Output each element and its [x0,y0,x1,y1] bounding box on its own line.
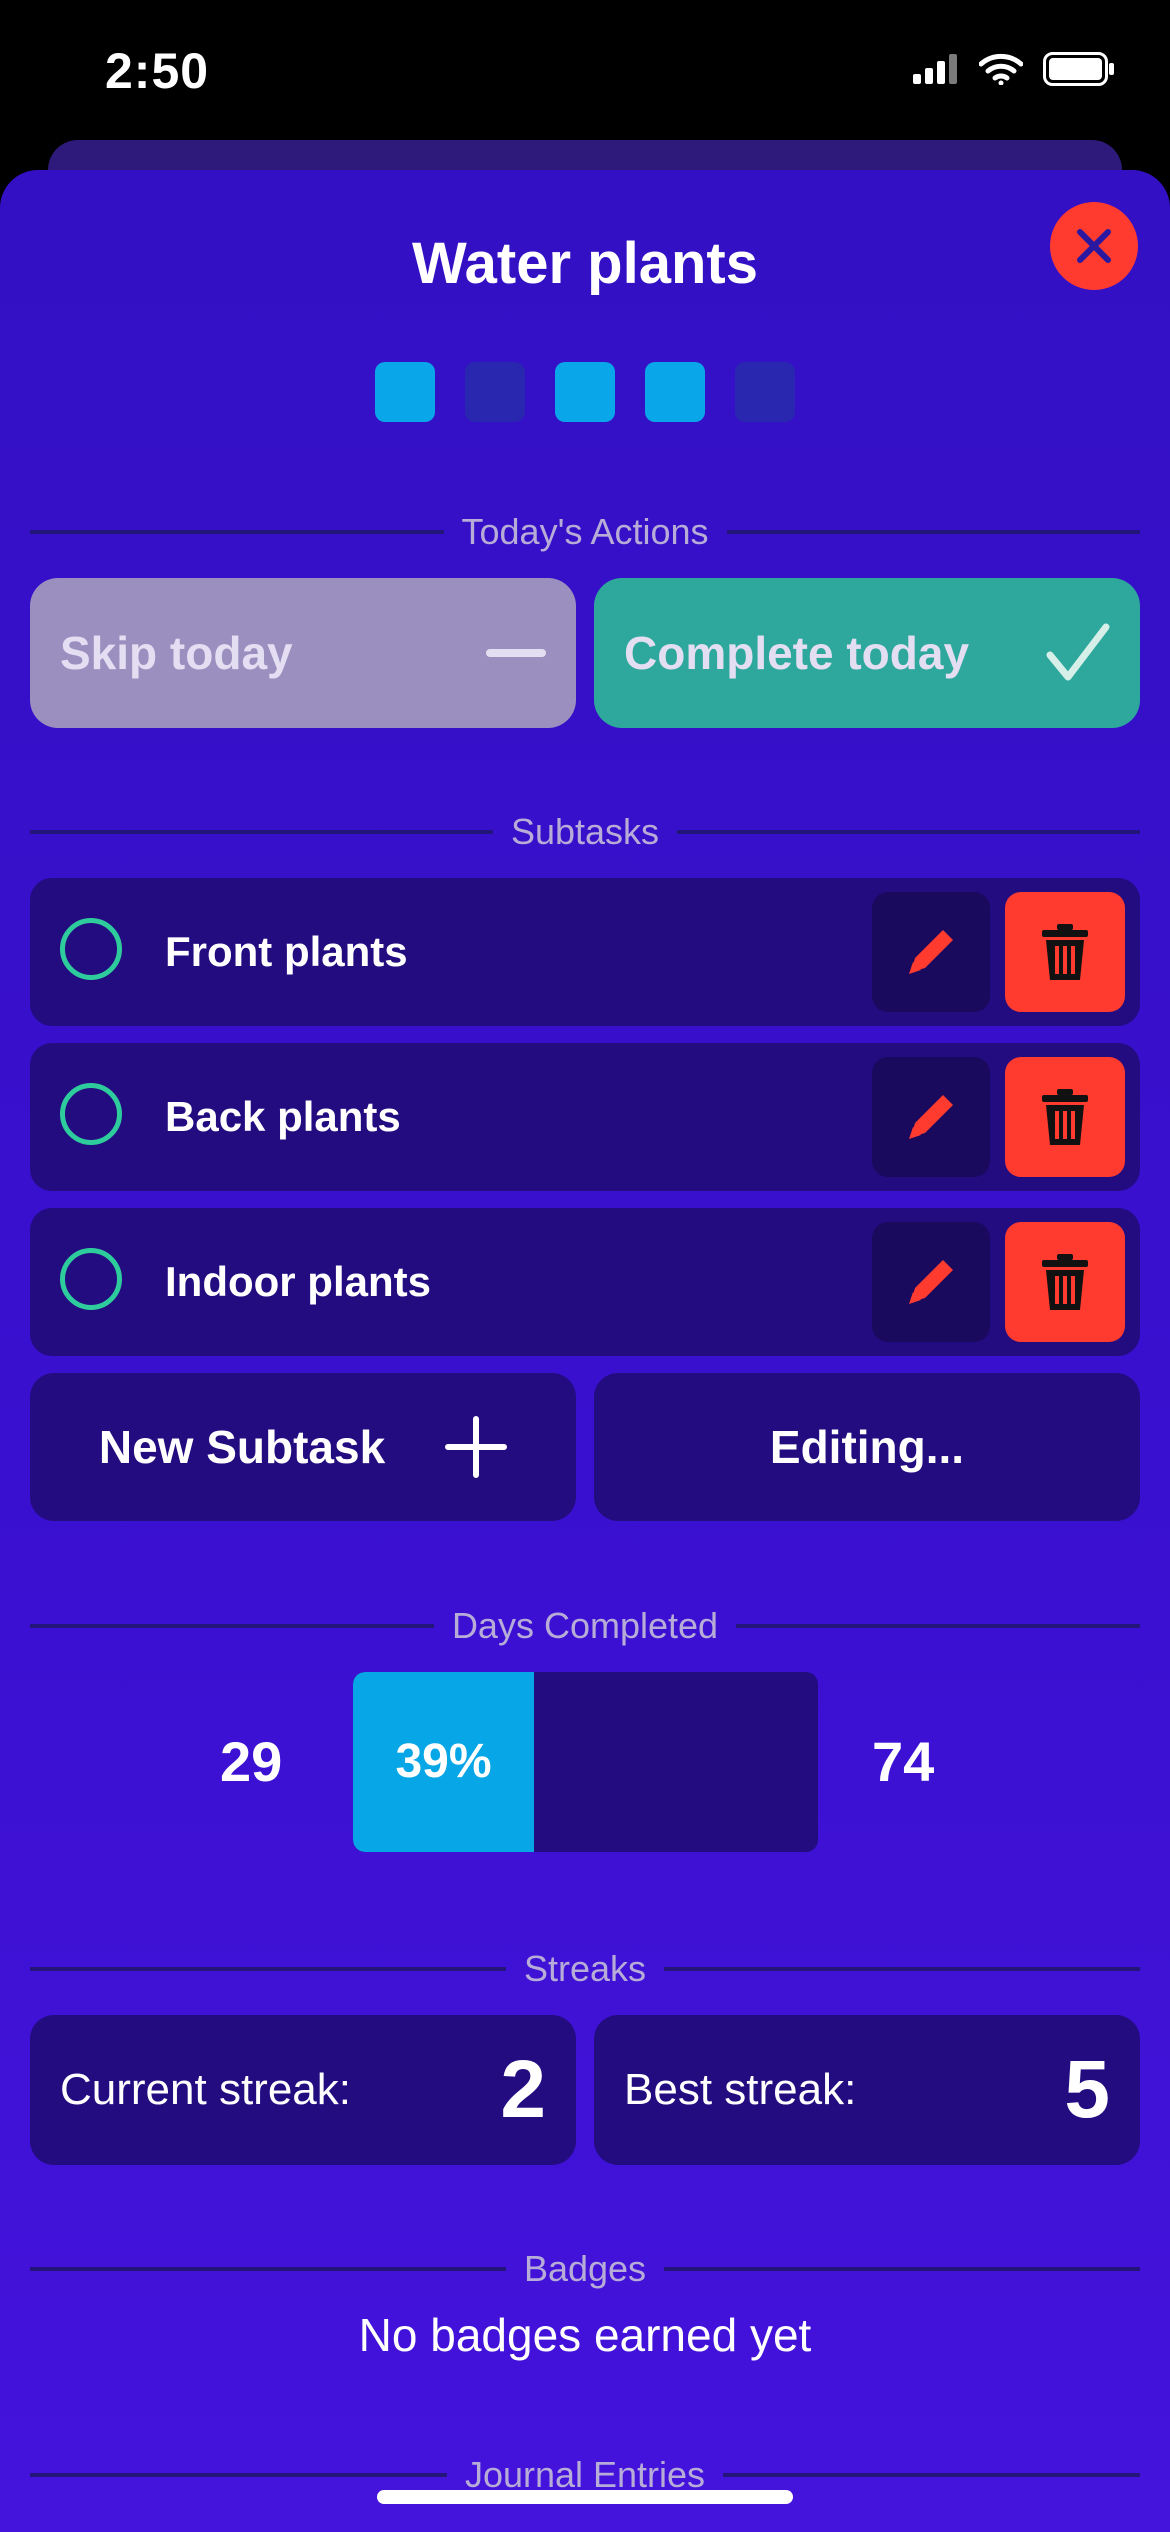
skip-today-label: Skip today [60,627,293,679]
home-indicator [377,2490,793,2504]
pencil-icon [909,930,953,974]
days-total-count: 74 [872,1730,935,1793]
progress-dot [375,362,435,422]
habit-detail-sheet: Water plants Today's Actions Skip today … [0,170,1170,2532]
subtask-row: Back plants [30,1043,1140,1191]
progress-dot [735,362,795,422]
trash-icon [1042,924,1088,980]
edit-subtask-button[interactable] [872,1222,990,1342]
page-title: Water plants [412,231,758,296]
status-bar: 2:50 [0,0,1170,150]
complete-today-button[interactable]: Complete today [594,578,1140,728]
best-streak-label: Best streak: [624,2065,857,2114]
subtask-name: Front plants [165,928,408,975]
section-header-badges: Badges [30,2248,1141,2289]
subtask-check-circle[interactable] [60,918,122,980]
trash-icon [1042,1089,1088,1145]
subtask-name: Back plants [165,1093,401,1140]
section-label: Badges [523,2248,647,2289]
complete-today-label: Complete today [624,627,970,679]
days-progress-bar: 39% [353,1672,818,1852]
section-label: Days Completed [451,1605,719,1646]
section-label: Streaks [523,1948,647,1989]
section-header-streaks: Streaks [30,1948,1141,1989]
section-label: Subtasks [510,811,660,852]
close-icon [1077,229,1111,263]
delete-subtask-button[interactable] [1005,1222,1125,1342]
progress-dot [465,362,525,422]
section-header-days-completed: Days Completed [30,1605,1140,1646]
minus-icon [486,649,546,657]
subtask-row: Indoor plants [30,1208,1140,1356]
subtask-row: Front plants [30,878,1140,1026]
status-time: 2:50 [105,43,210,99]
progress-dots [0,362,1170,422]
days-completed-count: 29 [220,1730,283,1793]
delete-subtask-button[interactable] [1005,892,1125,1012]
subtask-check-circle[interactable] [60,1083,122,1145]
best-streak-value: 5 [1064,2044,1110,2135]
subtask-check-circle[interactable] [60,1248,122,1310]
close-button[interactable] [1050,202,1138,290]
checkmark-icon [1046,623,1110,681]
delete-subtask-button[interactable] [1005,1057,1125,1177]
plus-icon [445,1416,508,1478]
subtask-name: Indoor plants [165,1258,431,1305]
progress-dot [555,362,615,422]
section-label: Today's Actions [461,511,709,552]
editing-toggle-button[interactable]: Editing... [594,1373,1140,1521]
section-header-subtasks: Subtasks [30,811,1141,852]
badges-empty-message: No badges earned yet [358,2309,812,2361]
section-header-todays-actions: Today's Actions [30,511,1141,552]
current-streak-value: 2 [500,2044,546,2135]
trash-icon [1042,1254,1088,1310]
edit-subtask-button[interactable] [872,892,990,1012]
status-icons [913,52,1115,86]
wifi-icon [979,53,1023,85]
current-streak-label: Current streak: [60,2065,351,2114]
new-subtask-button[interactable]: New Subtask [30,1373,576,1521]
current-streak-card: Current streak: 2 [30,2015,576,2165]
days-progress-percent: 39% [395,1735,492,1788]
signal-icon [913,54,957,84]
section-header-journal-entries: Journal Entries [30,2454,1140,2495]
progress-dot [645,362,705,422]
editing-label: Editing... [769,1421,965,1473]
pencil-icon [909,1095,953,1139]
pencil-icon [909,1260,953,1304]
skip-today-button[interactable]: Skip today [30,578,576,728]
edit-subtask-button[interactable] [872,1057,990,1177]
new-subtask-label: New Subtask [98,1421,386,1473]
best-streak-card: Best streak: 5 [594,2015,1140,2165]
battery-icon [1043,52,1114,86]
